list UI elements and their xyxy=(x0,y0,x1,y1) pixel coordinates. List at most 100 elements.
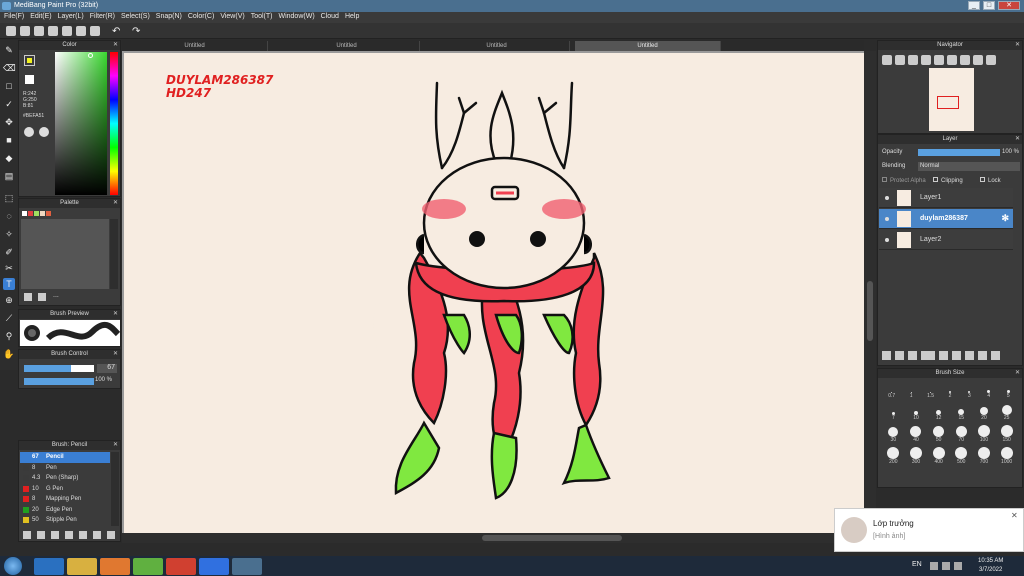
brush-list-item[interactable]: 50 Stipple Pen xyxy=(20,515,110,526)
brush-list-item[interactable]: 10 G Pen xyxy=(20,484,110,495)
layer-type-dropdown-icon[interactable] xyxy=(921,351,935,360)
copy-brush-icon[interactable] xyxy=(51,531,59,539)
text-tool-icon[interactable]: T xyxy=(3,278,15,290)
palette-swatch[interactable] xyxy=(34,211,39,216)
brush-size-option[interactable]: 40 xyxy=(909,425,922,443)
minimize-button[interactable]: _ xyxy=(968,1,980,10)
fill-rect-icon[interactable]: ■ xyxy=(3,134,15,146)
select-eraser-icon[interactable]: ✂ xyxy=(3,262,15,274)
zoom-in-icon[interactable] xyxy=(882,55,892,65)
brush-size-option[interactable]: 50 xyxy=(932,425,945,443)
shape-tool-icon[interactable]: □ xyxy=(3,80,15,92)
palette-area[interactable] xyxy=(21,219,109,289)
saturation-value-picker[interactable] xyxy=(55,52,107,195)
new-8bit-layer-icon[interactable] xyxy=(908,351,917,360)
hand-tool-icon[interactable]: ✋ xyxy=(3,348,15,360)
file-explorer-icon[interactable] xyxy=(67,558,97,575)
brush-size-option[interactable]: 1.5 xyxy=(924,381,937,399)
brush-size-option[interactable]: 4 xyxy=(982,381,995,399)
chat-notification[interactable]: Lớp trưởng [Hình ảnh] ✕ xyxy=(834,508,1024,552)
menu-view[interactable]: View(V) xyxy=(220,13,244,23)
reset-rotation-icon[interactable] xyxy=(973,55,983,65)
rotate-left-icon[interactable] xyxy=(947,55,957,65)
brush-size-option[interactable]: 70 xyxy=(955,425,968,443)
layer-opacity-slider[interactable] xyxy=(918,149,1000,156)
brush-size-option[interactable]: 100 xyxy=(977,425,990,443)
brush-size-option[interactable]: 7 xyxy=(887,403,900,421)
menu-file[interactable]: File(F) xyxy=(4,13,24,23)
clipping-checkbox[interactable]: Clipping xyxy=(933,177,963,184)
divide-tool-icon[interactable]: ⟋ xyxy=(3,312,15,324)
color-picker-cursor[interactable] xyxy=(88,53,93,58)
select-tool-icon[interactable]: ✓ xyxy=(3,98,15,110)
close-icon[interactable]: ✕ xyxy=(113,199,118,208)
brush-size-option[interactable]: 30 xyxy=(887,425,900,443)
open-icon[interactable] xyxy=(20,26,30,36)
lock-checkbox[interactable]: Lock xyxy=(980,177,1001,184)
rotate-right-icon[interactable] xyxy=(960,55,970,65)
edit-brush-icon[interactable] xyxy=(65,531,73,539)
palette-swatch[interactable] xyxy=(40,211,45,216)
brush-size-option[interactable]: 200 xyxy=(887,447,900,465)
brush-size-option[interactable]: 1 xyxy=(905,381,918,399)
navigator-viewport[interactable] xyxy=(937,96,959,109)
new-file-icon[interactable] xyxy=(6,26,16,36)
menu-filter[interactable]: Filter(R) xyxy=(90,13,115,23)
layer-row[interactable]: Layer1 xyxy=(879,188,1013,208)
zoom-icon[interactable] xyxy=(921,55,931,65)
brush-size-option[interactable]: 400 xyxy=(932,447,945,465)
brush-folder-icon[interactable] xyxy=(79,531,87,539)
operation-tool-icon[interactable]: ⊕ xyxy=(3,294,15,306)
horizontal-scrollbar[interactable] xyxy=(122,533,864,543)
gear-icon[interactable]: ✻ xyxy=(1001,213,1009,224)
menu-snap[interactable]: Snap(N) xyxy=(156,13,182,23)
marquee-tool-icon[interactable]: ⬚ xyxy=(3,192,15,204)
palette-scrollbar[interactable] xyxy=(110,219,118,289)
tab-document[interactable]: Untitled xyxy=(122,41,268,51)
eyedropper-icon[interactable]: ⚲ xyxy=(3,330,15,342)
fit-icon[interactable] xyxy=(908,55,918,65)
actual-size-icon[interactable] xyxy=(934,55,944,65)
brush-size-option[interactable]: 300 xyxy=(909,447,922,465)
redo-icon[interactable]: ↷ xyxy=(132,26,140,37)
close-icon[interactable]: ✕ xyxy=(1015,41,1020,50)
cloud-brush-icon[interactable] xyxy=(93,531,101,539)
save-icon[interactable] xyxy=(48,26,58,36)
menu-tool[interactable]: Tool(T) xyxy=(251,13,273,23)
zalo-icon[interactable] xyxy=(199,558,229,575)
menu-cloud[interactable]: Cloud xyxy=(321,13,339,23)
menu-layer[interactable]: Layer(L) xyxy=(58,13,84,23)
navigator-thumbnail[interactable] xyxy=(929,68,974,131)
close-icon[interactable]: ✕ xyxy=(1015,369,1020,378)
brush-list-item[interactable]: 8 Pen xyxy=(20,463,110,474)
tab-document[interactable]: Untitled xyxy=(424,41,570,51)
brush-size-option[interactable]: 10 xyxy=(909,403,922,421)
add-color-icon[interactable] xyxy=(24,293,32,301)
tab-document[interactable]: Untitled xyxy=(274,41,420,51)
brush-size-option[interactable]: 20 xyxy=(977,403,990,421)
brush-opacity-slider[interactable] xyxy=(24,378,94,385)
notification-close-icon[interactable]: ✕ xyxy=(1011,511,1018,520)
menu-color[interactable]: Color(C) xyxy=(188,13,214,23)
delete-brush-icon[interactable] xyxy=(107,531,115,539)
merge-layer-icon[interactable] xyxy=(965,351,974,360)
network-icon[interactable] xyxy=(942,562,950,570)
brush-size-option[interactable]: 3 xyxy=(963,381,976,399)
close-button[interactable]: ✕ xyxy=(998,1,1020,10)
brush-list-scrollbar[interactable] xyxy=(111,452,119,526)
cloud-icon[interactable] xyxy=(34,26,44,36)
layer-row[interactable]: duylam286387 ✻ xyxy=(879,209,1013,229)
internet-explorer-icon[interactable] xyxy=(34,558,64,575)
brush-size-option[interactable]: 700 xyxy=(977,447,990,465)
new-layer-icon[interactable] xyxy=(882,351,891,360)
media-player-icon[interactable] xyxy=(100,558,130,575)
brush-size-slider[interactable] xyxy=(24,365,94,372)
volume-icon[interactable] xyxy=(954,562,962,570)
close-icon[interactable]: ✕ xyxy=(113,310,118,319)
lasso-tool-icon[interactable]: ◌ xyxy=(3,210,15,222)
language-indicator[interactable]: EN xyxy=(912,561,922,568)
brush-size-option[interactable]: 5 xyxy=(1002,381,1015,399)
delete-layer-icon[interactable] xyxy=(991,351,1000,360)
menu-help[interactable]: Help xyxy=(345,13,359,23)
palette-swatch[interactable] xyxy=(28,211,33,216)
